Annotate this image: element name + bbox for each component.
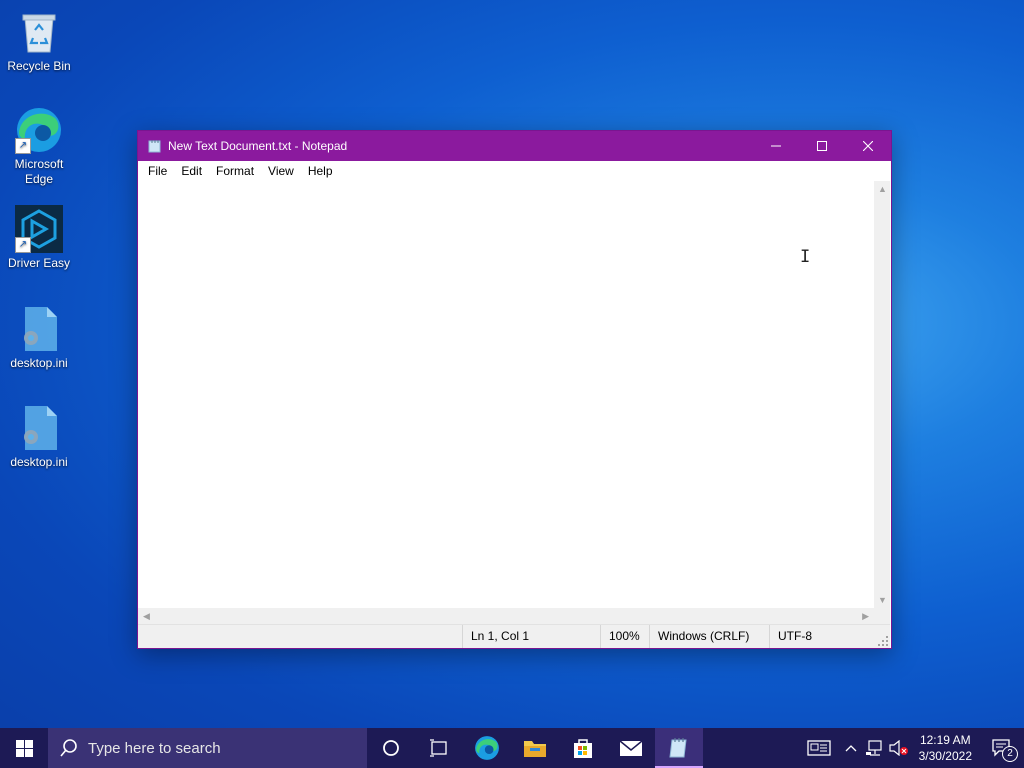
taskbar: Type here to search 12:19 AM 3/30/2022 2 <box>0 728 1024 768</box>
network-button[interactable] <box>863 728 887 768</box>
network-icon <box>865 740 882 756</box>
news-icon <box>806 740 831 756</box>
edge-icon <box>475 736 499 760</box>
menu-help[interactable]: Help <box>301 164 340 178</box>
window-title: New Text Document.txt - Notepad <box>168 139 348 153</box>
mail-icon <box>619 740 643 756</box>
desktop-icon-driver-easy[interactable]: ↗ Driver Easy <box>4 205 74 271</box>
search-placeholder: Type here to search <box>88 739 221 757</box>
volume-button[interactable] <box>887 728 911 768</box>
desktop-icon-label: Microsoft Edge <box>14 157 64 186</box>
desktop-icon-label: desktop.ini <box>10 455 68 469</box>
status-position: Ln 1, Col 1 <box>462 625 601 648</box>
text-editor[interactable] <box>138 181 874 608</box>
scroll-up-icon[interactable]: ▲ <box>878 184 887 194</box>
cortana-button[interactable] <box>367 728 415 768</box>
volume-muted-icon <box>889 740 908 756</box>
start-button[interactable] <box>0 728 48 768</box>
mail-button[interactable] <box>607 728 655 768</box>
desktop-icon-label: Driver Easy <box>7 256 70 270</box>
notification-count-badge: 2 <box>1002 746 1018 762</box>
minimize-button[interactable] <box>753 131 799 161</box>
settings-file-icon <box>15 404 63 452</box>
menu-bar: File Edit Format View Help <box>138 161 891 181</box>
search-box[interactable]: Type here to search <box>48 728 367 768</box>
desktop-icon-recycle-bin[interactable]: Recycle Bin <box>4 8 74 74</box>
maximize-icon <box>817 141 827 151</box>
system-tray: 12:19 AM 3/30/2022 2 <box>799 728 1024 768</box>
status-encoding: UTF-8 <box>769 625 873 648</box>
store-button[interactable] <box>559 728 607 768</box>
status-bar: Ln 1, Col 1 100% Windows (CRLF) UTF-8 <box>138 624 890 648</box>
task-view-icon <box>430 739 447 757</box>
menu-view[interactable]: View <box>261 164 301 178</box>
notepad-icon <box>669 738 687 758</box>
search-icon <box>60 739 77 757</box>
status-zoom: 100% <box>600 625 650 648</box>
shortcut-arrow-icon: ↗ <box>15 138 31 154</box>
cortana-icon <box>383 740 399 756</box>
shortcut-arrow-icon: ↗ <box>15 237 31 253</box>
menu-format[interactable]: Format <box>209 164 261 178</box>
notepad-icon <box>148 140 161 153</box>
store-icon <box>574 739 592 758</box>
scroll-down-icon[interactable]: ▼ <box>878 595 887 605</box>
notepad-taskbar-button[interactable] <box>655 728 703 768</box>
desktop-icon-desktop-ini-1[interactable]: desktop.ini <box>4 305 74 371</box>
status-line-ending: Windows (CRLF) <box>649 625 770 648</box>
task-view-button[interactable] <box>415 728 463 768</box>
settings-file-icon <box>15 305 63 353</box>
recycle-bin-icon <box>15 8 63 56</box>
windows-logo-icon <box>15 739 33 757</box>
clock-time: 12:19 AM <box>919 733 971 747</box>
desktop-icon-microsoft-edge[interactable]: ↗ Microsoft Edge <box>4 106 74 187</box>
scroll-right-icon[interactable]: ▶ <box>862 611 869 622</box>
driver-easy-icon: ↗ <box>15 205 63 253</box>
edge-icon: ↗ <box>15 106 63 154</box>
close-icon <box>863 141 873 151</box>
text-cursor-icon: I <box>800 247 811 267</box>
desktop-icon-label: desktop.ini <box>10 356 68 370</box>
desktop-icon-desktop-ini-2[interactable]: desktop.ini <box>4 404 74 470</box>
file-explorer-button[interactable] <box>511 728 559 768</box>
horizontal-scrollbar[interactable]: ◀ ▶ <box>138 608 874 624</box>
maximize-button[interactable] <box>799 131 845 161</box>
clock-date: 3/30/2022 <box>918 749 972 763</box>
vertical-scrollbar[interactable]: ▲ ▼ <box>874 181 890 608</box>
menu-edit[interactable]: Edit <box>174 164 209 178</box>
action-center-button[interactable]: 2 <box>980 728 1024 768</box>
news-button[interactable] <box>799 728 839 768</box>
title-bar[interactable]: New Text Document.txt - Notepad <box>138 131 891 161</box>
desktop-icon-label: Recycle Bin <box>7 59 71 73</box>
scroll-left-icon[interactable]: ◀ <box>143 611 150 622</box>
notepad-window: New Text Document.txt - Notepad File Edi… <box>137 130 892 649</box>
minimize-icon <box>771 145 781 147</box>
resize-grip-icon[interactable] <box>878 636 888 646</box>
menu-file[interactable]: File <box>141 164 174 178</box>
scrollbar-corner <box>874 608 890 624</box>
close-button[interactable] <box>845 131 891 161</box>
show-hidden-icons-button[interactable] <box>839 728 863 768</box>
edge-taskbar-button[interactable] <box>463 728 511 768</box>
chevron-up-icon <box>845 745 857 752</box>
file-explorer-icon <box>524 741 546 757</box>
clock[interactable]: 12:19 AM 3/30/2022 <box>911 732 980 764</box>
